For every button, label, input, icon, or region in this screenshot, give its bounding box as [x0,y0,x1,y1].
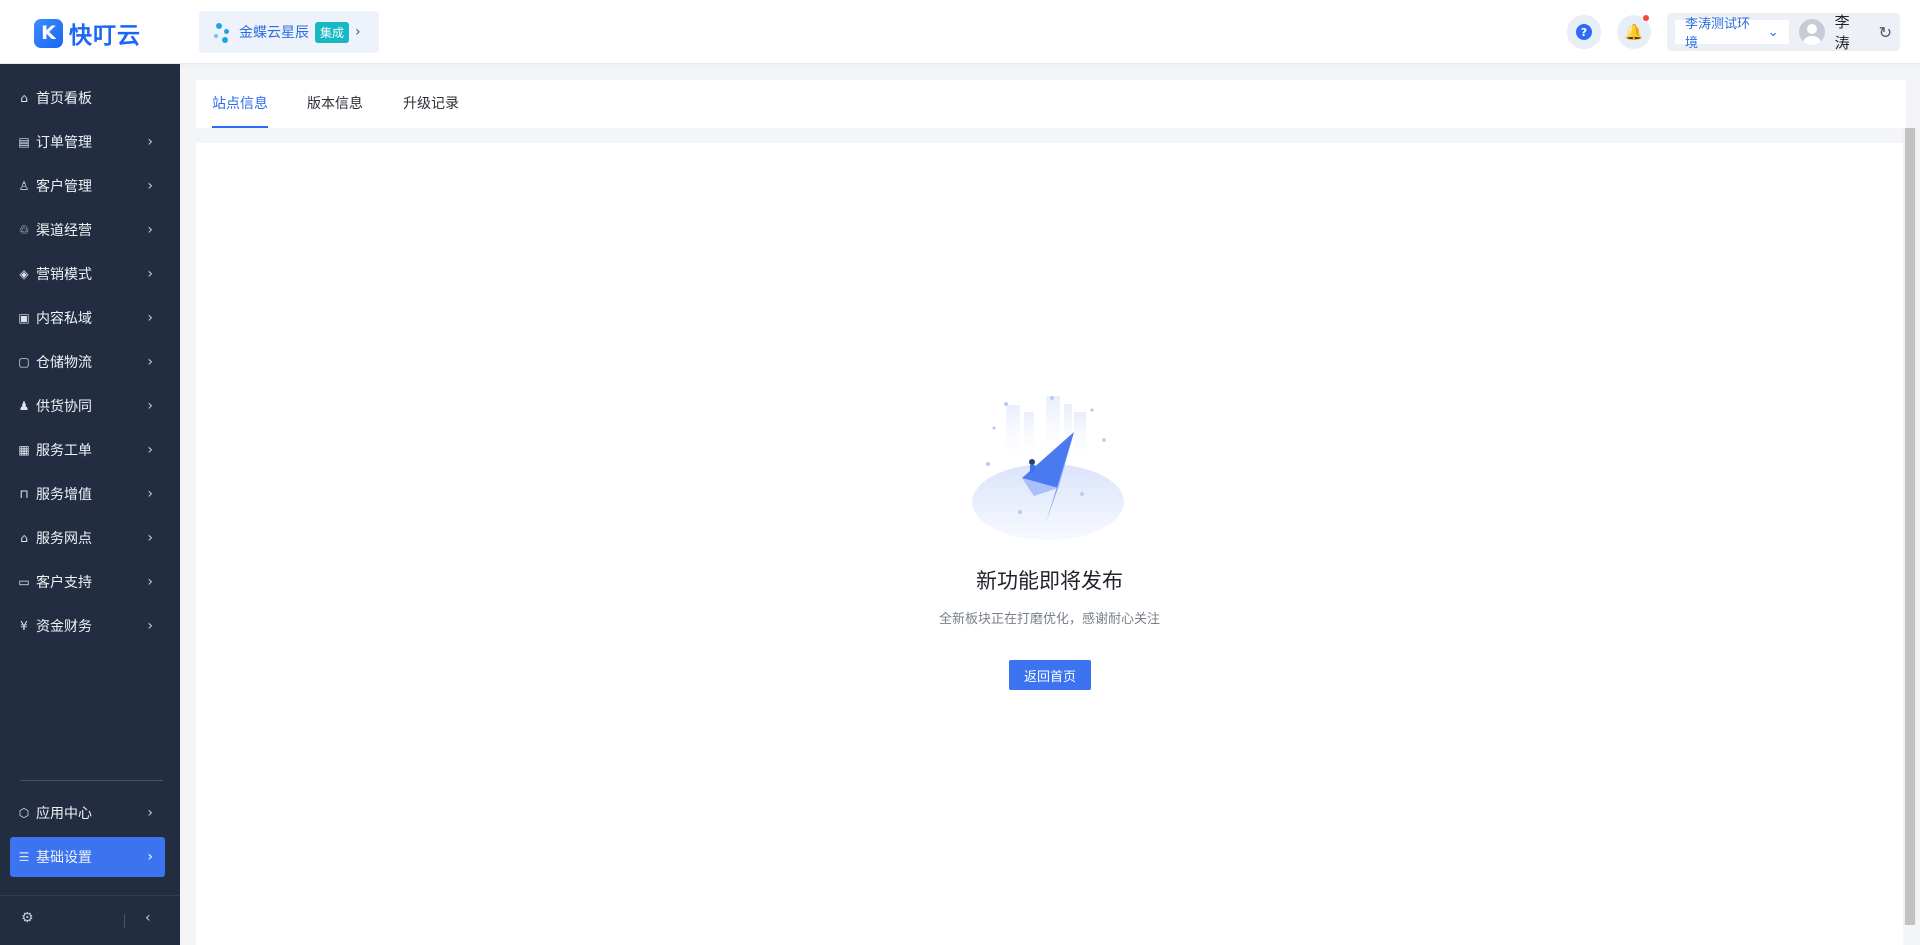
sidebar-item-label: 服务增值 [36,487,92,503]
sidebar-item-warehouse[interactable]: ▢ 仓储物流 › [10,342,165,382]
help-icon: ? [1576,24,1592,40]
chevron-right-icon: › [147,222,153,238]
sidebar-item-label: 客户支持 [36,575,92,591]
sidebar-item-ticket[interactable]: ▦ 服务工单 › [10,430,165,470]
integration-dots-icon [213,20,233,44]
chevron-right-icon: › [147,805,153,821]
sidebar-divider [20,780,163,781]
sidebar-item-bag[interactable]: ⊓ 服务增值 › [10,474,165,514]
sidebar-item-label: 供货协同 [36,399,92,415]
environment-label: 李涛测试环境 [1685,17,1751,51]
store-icon: ⌂ [20,531,28,545]
chevron-right-icon: › [147,486,153,502]
sidebar-item-label: 订单管理 [36,135,92,151]
cube-icon: ⬡ [18,806,30,820]
chevron-right-icon: › [147,266,153,282]
main-panel: 新功能即将发布 全新板块正在打磨优化，感谢耐心关注 返回首页 [196,143,1903,945]
user-area: 李涛测试环境 ⌄ 李涛 ↻ [1667,11,1900,53]
sidebar-item-customer[interactable]: ♙ 客户管理 › [10,166,165,206]
sidebar-item-label: 服务工单 [36,443,92,459]
sidebar-item-label: 仓储物流 [36,355,92,371]
tab-version-info[interactable]: 版本信息 [307,80,363,128]
yen-icon: ¥ [20,619,28,633]
sidebar-item-label: 营销模式 [36,267,92,283]
chevron-right-icon: › [147,310,153,326]
empty-state-subtitle: 全新板块正在打磨优化，感谢耐心关注 [938,612,1160,627]
chevron-right-icon: › [355,24,361,40]
chevron-right-icon: › [147,442,153,458]
empty-state-title: 新功能即将发布 [976,569,1123,593]
integration-switcher[interactable]: 金蝶云星辰 集成 › [199,11,379,53]
integration-badge: 集成 [315,21,350,43]
sidebar-item-supply[interactable]: ♟ 供货协同 › [10,386,165,426]
sidebar-item-yen[interactable]: ¥ 资金财务 › [10,606,165,646]
customer-icon: ♙ [18,179,30,193]
chevron-right-icon: › [147,134,153,150]
chevron-right-icon: › [147,178,153,194]
order-icon: ▤ [18,135,30,149]
back-home-button[interactable]: 返回首页 [1009,660,1091,690]
chevron-right-icon: › [147,618,153,634]
sidebar-item-label: 客户管理 [36,179,92,195]
warehouse-icon: ▢ [18,355,30,369]
tag-icon: ◈ [19,267,29,281]
scrollbar-thumb[interactable] [1905,128,1915,925]
sidebar-item-order[interactable]: ▤ 订单管理 › [10,122,165,162]
tabs-bar: 站点信息 版本信息 升级记录 [196,80,1906,128]
sidebar-item-label: 应用中心 [36,806,92,822]
top-header: K 快叮云 金蝶云星辰 集成 › ? 🔔 李涛测试环境 ⌄ 李涛 ↻ [0,0,1920,64]
sidebar-item-cube[interactable]: ⬡ 应用中心 › [10,793,165,833]
bag-icon: ⊓ [19,487,29,501]
supply-icon: ♟ [18,399,30,413]
tab-upgrade-log[interactable]: 升级记录 [403,80,459,128]
home-icon: ⌂ [20,91,28,105]
sidebar-item-settings-sliders[interactable]: ☰ 基础设置 › [10,837,165,877]
bell-icon: 🔔 [1624,23,1644,41]
sidebar-item-home[interactable]: ⌂ 首页看板 [10,78,165,118]
user-name[interactable]: 李涛 [1835,11,1865,53]
ticket-icon: ▦ [18,443,30,457]
avatar[interactable] [1798,19,1825,45]
sidebar-item-label: 内容私域 [36,311,92,327]
sidebar-item-label: 服务网点 [36,531,92,547]
sidebar-item-tag[interactable]: ◈ 营销模式 › [10,254,165,294]
integration-name: 金蝶云星辰 [239,25,309,41]
chevron-right-icon: › [147,849,153,865]
sidebar-item-label: 资金财务 [36,619,92,635]
tab-site-info[interactable]: 站点信息 [212,80,268,128]
sidebar-item-label: 基础设置 [36,850,92,866]
help-button[interactable]: ? [1567,15,1601,49]
sidebar-item-store[interactable]: ⌂ 服务网点 › [10,518,165,558]
environment-select[interactable]: 李涛测试环境 ⌄ [1675,17,1789,51]
image-icon: ▣ [18,311,30,325]
gear-icon[interactable]: ⚙ [21,910,34,926]
chevron-right-icon: › [147,354,153,370]
sidebar-footer: ⚙ ‹ [0,895,180,945]
brand-logo[interactable]: K 快叮云 [34,16,141,50]
sidebar-item-image[interactable]: ▣ 内容私域 › [10,298,165,338]
sidebar-item-label: 首页看板 [36,91,92,107]
sidebar-item-channel[interactable]: ♲ 渠道经营 › [10,210,165,250]
refresh-icon[interactable]: ↻ [1879,23,1892,42]
brand-name: 快叮云 [69,23,141,49]
notification-badge [1643,15,1649,21]
support-icon: ▭ [18,575,30,589]
chevron-right-icon: › [147,574,153,590]
channel-icon: ♲ [18,223,30,237]
sidebar-item-label: 渠道经营 [36,223,92,239]
chevron-down-icon: ⌄ [1767,24,1779,40]
sidebar-item-support[interactable]: ▭ 客户支持 › [10,562,165,602]
sidebar: ⌂ 首页看板 ▤ 订单管理 › ♙ 客户管理 › ♲ 渠道经营 › ◈ 营销模式 › ▣ 内容私域 › ▢ 仓储物流… [0,64,180,945]
settings-sliders-icon: ☰ [18,850,30,864]
footer-separator [124,914,125,928]
collapse-sidebar-icon[interactable]: ‹ [145,910,151,926]
paper-plane-illustration [972,396,1124,540]
chevron-right-icon: › [147,530,153,546]
chevron-right-icon: › [147,398,153,414]
notification-button[interactable]: 🔔 [1617,15,1651,49]
logo-icon: K [34,18,63,48]
